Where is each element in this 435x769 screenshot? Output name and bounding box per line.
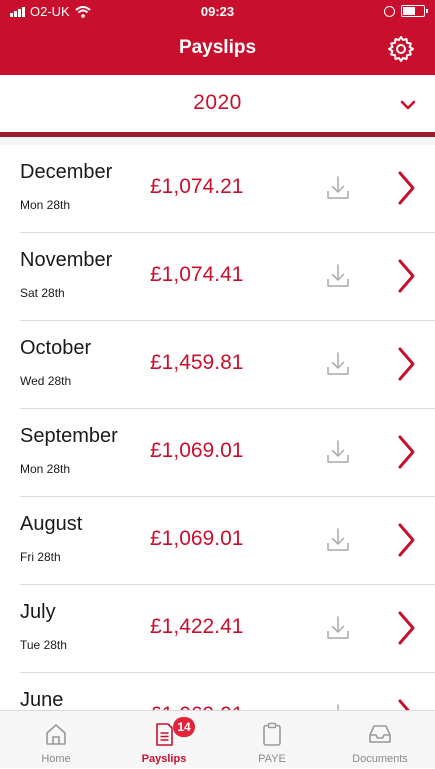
payslips-badge: 14: [173, 717, 195, 737]
payslip-month: October: [20, 337, 92, 359]
chevron-right-icon[interactable]: [396, 522, 416, 558]
tab-paye-label: PAYE: [258, 753, 286, 765]
payslip-month: September: [20, 425, 118, 447]
status-time: 09:23: [200, 4, 235, 19]
payslip-date: Mon 28th: [20, 462, 71, 476]
tab-documents[interactable]: Documents: [326, 711, 434, 769]
tab-home-label: Home: [41, 753, 71, 765]
payslip-amount: £1,074.21: [150, 175, 244, 198]
payslip-row[interactable]: September Mon 28th £1,069.01: [0, 409, 435, 497]
year-value: 2020: [193, 91, 242, 114]
home-icon: [46, 724, 66, 745]
tab-bar: Home 14 Payslips PAYE Documents: [0, 710, 435, 768]
payslip-row[interactable]: October Wed 28th £1,459.81: [0, 321, 435, 409]
battery-icon: [401, 5, 428, 17]
payslip-amount: £1,069.01: [150, 527, 244, 550]
section-gap: [0, 137, 435, 145]
chevron-down-icon[interactable]: [399, 96, 417, 114]
app-header: Payslips: [0, 24, 435, 75]
year-selector[interactable]: 2020: [0, 75, 435, 137]
payslip-month: June: [20, 689, 64, 710]
download-icon[interactable]: [325, 438, 351, 466]
tab-payslips[interactable]: 14 Payslips: [110, 711, 218, 769]
payslip-date: Wed 28th: [20, 374, 72, 388]
status-right: [384, 5, 428, 17]
payslip-list: December Mon 28th £1,074.21 November Sat 28t…: [0, 145, 435, 710]
page-title: Payslips: [178, 37, 257, 58]
clipboard-icon: [263, 722, 281, 746]
payslip-month: November: [20, 249, 113, 271]
payslip-row[interactable]: November Sat 28th £1,074.41: [0, 233, 435, 321]
chevron-right-icon[interactable]: [396, 346, 416, 382]
chevron-right-icon[interactable]: [396, 698, 416, 710]
chevron-right-icon[interactable]: [396, 170, 416, 206]
download-icon[interactable]: [325, 174, 351, 202]
payslip-month: July: [20, 601, 56, 623]
status-bar: O2-UK 09:23: [0, 0, 435, 24]
payslip-row[interactable]: August Fri 28th £1,069.01: [0, 497, 435, 585]
orientation-lock-icon: [384, 5, 395, 17]
download-icon[interactable]: [325, 526, 351, 554]
payslip-date: Sat 28th: [20, 286, 65, 300]
payslip-date: Tue 28th: [20, 638, 67, 652]
chevron-right-icon[interactable]: [396, 434, 416, 470]
download-icon[interactable]: [325, 262, 351, 290]
payslip-row[interactable]: July Tue 28th £1,422.41: [0, 585, 435, 673]
payslip-amount: £1,422.41: [150, 615, 244, 638]
payslip-row[interactable]: June £1,069.01: [0, 673, 435, 710]
payslip-month: December: [20, 161, 113, 183]
chevron-right-icon[interactable]: [396, 258, 416, 294]
payslip-row[interactable]: December Mon 28th £1,074.21: [0, 145, 435, 233]
inbox-icon: [369, 725, 391, 743]
payslip-amount: £1,459.81: [150, 351, 244, 374]
tab-documents-label: Documents: [352, 753, 408, 765]
payslip-date: Mon 28th: [20, 198, 71, 212]
download-icon[interactable]: [325, 702, 351, 710]
payslip-month: August: [20, 513, 83, 535]
chevron-right-icon[interactable]: [396, 610, 416, 646]
tab-payslips-label: Payslips: [141, 753, 187, 765]
gear-icon[interactable]: [387, 35, 415, 63]
payslip-date: Fri 28th: [20, 550, 61, 564]
payslip-amount: £1,069.01: [150, 439, 244, 462]
tab-paye[interactable]: PAYE: [218, 711, 326, 769]
tab-home[interactable]: Home: [2, 711, 110, 769]
payslip-amount: £1,069.01: [150, 703, 243, 710]
download-icon[interactable]: [325, 614, 351, 642]
payslip-amount: £1,074.41: [150, 263, 244, 286]
download-icon[interactable]: [325, 350, 351, 378]
